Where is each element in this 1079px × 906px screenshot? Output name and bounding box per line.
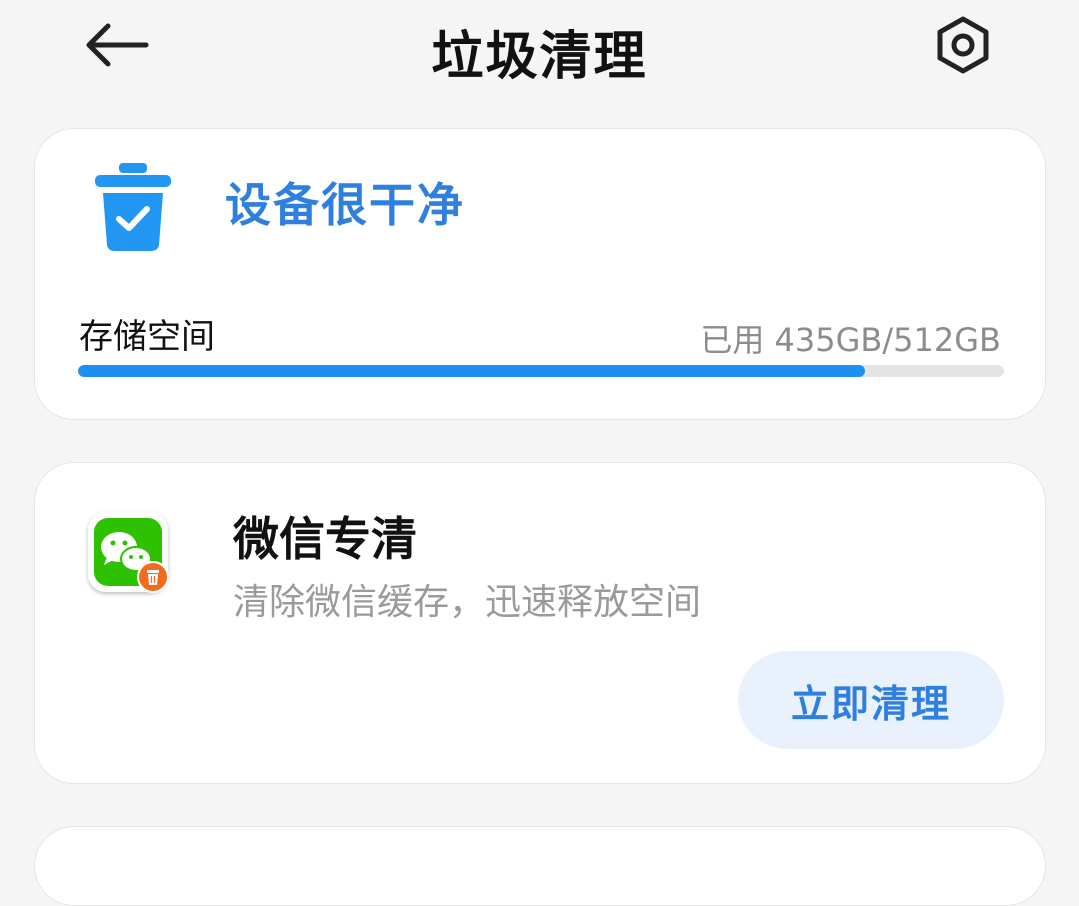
wechat-clean-card[interactable]: 微信专清 清除微信缓存，迅速释放空间 立即清理 [34,462,1046,784]
cleanliness-status: 设备很干净 [225,178,465,232]
storage-progress-fill [78,365,866,377]
storage-label: 存储空间 [79,317,215,357]
storage-progress-bar [78,365,1004,377]
next-card [34,826,1046,906]
page-title: 垃圾清理 [431,27,648,87]
settings-button[interactable] [930,14,996,76]
wechat-clean-title: 微信专清 [233,512,417,566]
trash-check-icon [95,163,171,251]
header: 垃圾清理 [0,0,1079,100]
storage-used-text: 已用 435GB/512GB [700,321,1001,359]
clean-now-button[interactable]: 立即清理 [738,651,1004,749]
storage-status-card: 设备很干净 存储空间 已用 435GB/512GB [34,128,1046,420]
wechat-clean-icon [88,512,169,593]
gear-icon [937,16,989,74]
wechat-clean-description: 清除微信缓存，迅速释放空间 [233,582,702,623]
